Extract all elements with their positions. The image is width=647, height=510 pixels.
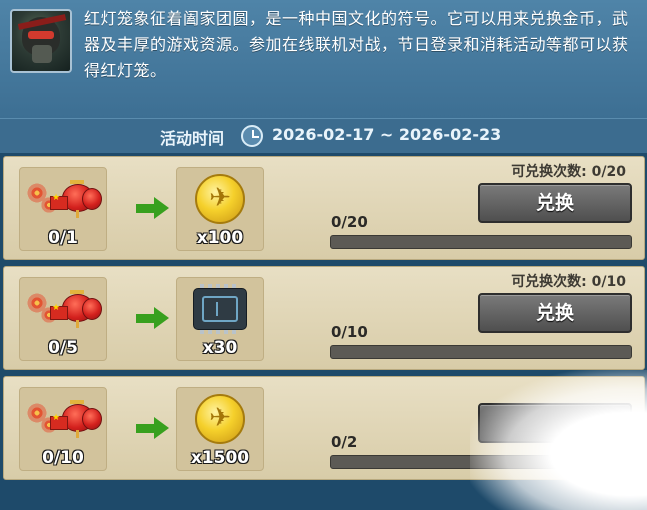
cost-slot[interactable]: 0/5 [19, 277, 107, 361]
cost-slot[interactable]: 0/1 [19, 167, 107, 251]
cost-count: 0/10 [42, 448, 84, 468]
clock-icon [241, 125, 263, 147]
exchange-limit: 可兑换次数: 0/20 [511, 164, 626, 180]
event-time-range: 2026-02-17 ~ 2026-02-23 [272, 125, 502, 144]
arrow-right-icon [136, 197, 170, 219]
progress-label: 0/20 [331, 213, 368, 231]
arrow-right-icon [136, 417, 170, 439]
reward-slot[interactable]: ✈ x100 [176, 167, 264, 251]
exchange-button[interactable] [478, 403, 632, 443]
exchange-button[interactable]: 兑换 [478, 293, 632, 333]
exchange-row: 0/1 ✈ x100 可兑换次数: 0/20 兑换 0/20 [3, 156, 645, 260]
exchange-limit: 可兑换次数: 0/10 [511, 274, 626, 290]
soldier-avatar-icon [10, 9, 72, 73]
red-lantern-icon [26, 174, 102, 226]
microchip-icon [193, 284, 247, 334]
event-time-bar: 活动时间 2026-02-17 ~ 2026-02-23 [0, 118, 647, 153]
progress-bar [330, 455, 632, 469]
reward-slot[interactable]: x30 [176, 277, 264, 361]
arrow-right-icon [136, 307, 170, 329]
progress-label: 0/10 [331, 323, 368, 341]
progress-label: 0/2 [331, 433, 358, 451]
cost-slot[interactable]: 0/10 [19, 387, 107, 471]
reward-count: x30 [202, 338, 238, 358]
exchange-button[interactable]: 兑换 [478, 183, 632, 223]
reward-slot[interactable]: ✈ x1500 [176, 387, 264, 471]
progress-bar [330, 235, 632, 249]
event-header: 红灯笼象征着阖家团圆，是一种中国文化的符号。它可以用来兑换金币，武器及丰厚的游戏… [0, 0, 647, 119]
exchange-row: 0/5 x30 可兑换次数: 0/10 兑换 0/10 [3, 266, 645, 370]
exchange-row: 0/10 ✈ x1500 0/2 [3, 376, 645, 480]
progress-bar [330, 345, 632, 359]
event-description: 红灯笼象征着阖家团圆，是一种中国文化的符号。它可以用来兑换金币，武器及丰厚的游戏… [84, 9, 629, 80]
red-lantern-icon [26, 284, 102, 336]
cost-count: 0/1 [48, 228, 78, 248]
event-time-label: 活动时间 [160, 129, 225, 148]
red-lantern-icon [26, 394, 102, 446]
cost-count: 0/5 [48, 338, 78, 358]
reward-count: x1500 [190, 448, 250, 468]
gold-coin-icon: ✈ [195, 394, 245, 444]
gold-coin-icon: ✈ [195, 174, 245, 224]
reward-count: x100 [196, 228, 244, 248]
